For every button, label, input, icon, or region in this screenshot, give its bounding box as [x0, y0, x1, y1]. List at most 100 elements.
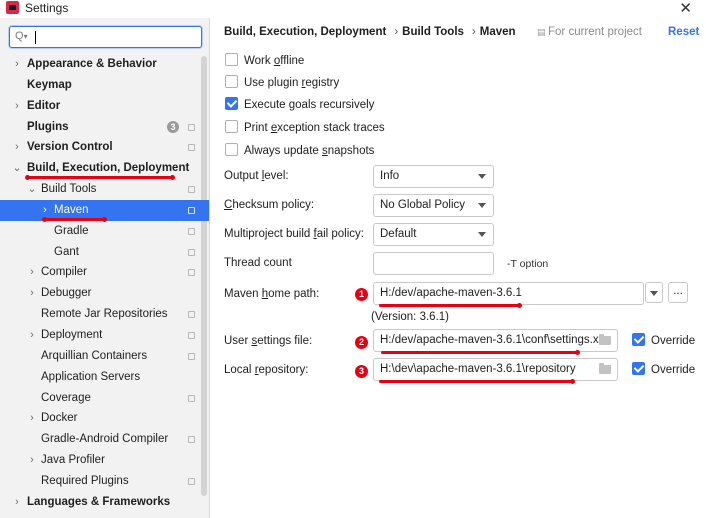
sidebar-item-compiler[interactable]: › Compiler	[0, 262, 209, 283]
search-input[interactable]: Q▾	[9, 26, 202, 48]
project-settings-icon	[188, 123, 195, 131]
sidebar-item-label: Java Profiler	[41, 454, 105, 467]
sidebar-item-label: Gradle-Android Compiler	[41, 433, 169, 446]
checkbox-box-checked[interactable]	[225, 97, 238, 111]
chevron-right-icon[interactable]: ›	[12, 137, 22, 158]
project-settings-icon	[188, 227, 195, 235]
local-repository-override-checkbox[interactable]: Override	[632, 362, 695, 380]
chevron-right-icon[interactable]: ›	[12, 96, 22, 117]
project-settings-icon	[188, 206, 195, 214]
sidebar-item-java-profiler[interactable]: › Java Profiler	[0, 450, 209, 471]
output-level-select[interactable]: Info	[373, 165, 494, 188]
sidebar-item-deployment[interactable]: › Deployment	[0, 325, 209, 346]
sidebar-item-plugins[interactable]: Plugins 3	[0, 117, 209, 138]
maven-home-path-input[interactable]: H:/dev/apache-maven-3.6.1	[373, 282, 644, 305]
maven-home-path-label: Maven home path:	[224, 288, 319, 300]
select-value: Info	[380, 170, 400, 182]
chevron-right-icon[interactable]: ›	[27, 450, 37, 471]
checkbox-box[interactable]	[225, 120, 238, 134]
text-cursor	[35, 31, 36, 44]
project-settings-icon	[188, 331, 195, 339]
sidebar-item-label: Appearance & Behavior	[27, 58, 157, 70]
user-settings-file-label: User settings file:	[224, 335, 312, 347]
checksum-policy-label: Checksum policy:	[224, 199, 314, 211]
reset-link[interactable]: Reset	[668, 26, 699, 38]
user-settings-file-input[interactable]: H:/dev/apache-maven-3.6.1\conf\settings.…	[373, 329, 618, 352]
chevron-right-icon[interactable]: ›	[27, 408, 37, 429]
checkbox-box[interactable]	[225, 75, 238, 89]
sidebar-item-gradle[interactable]: Gradle	[0, 221, 209, 242]
label-text: Multiproject build	[224, 228, 314, 240]
thread-count-label: Thread count	[224, 257, 292, 269]
folder-icon[interactable]	[599, 363, 611, 374]
sidebar-item-arquillian-containers[interactable]: Arquillian Containers	[0, 346, 209, 367]
checkbox-label: Work	[244, 55, 274, 67]
checkbox-box-checked[interactable]	[632, 333, 645, 347]
user-settings-override-checkbox[interactable]: Override	[632, 333, 695, 351]
close-icon[interactable]: ✕	[679, 0, 692, 17]
breadcrumb-item: Build Tools	[402, 26, 464, 38]
sidebar-item-debugger[interactable]: › Debugger	[0, 283, 209, 304]
sidebar-item-application-servers[interactable]: Application Servers	[0, 367, 209, 388]
checkbox-box[interactable]	[225, 53, 238, 67]
checkbox-box[interactable]	[225, 143, 238, 157]
sidebar-item-label: Build Tools	[41, 183, 97, 196]
multiproject-fail-policy-select[interactable]: Default	[373, 223, 494, 246]
checkbox-label: Override	[651, 364, 696, 376]
thread-count-input[interactable]	[373, 252, 494, 275]
work-offline-checkbox[interactable]: Work offline	[225, 53, 304, 71]
chevron-right-icon[interactable]: ›	[12, 54, 22, 75]
sidebar-item-label: Plugins	[27, 120, 69, 133]
annotation-dot	[102, 217, 107, 222]
maven-home-dropdown-button[interactable]	[645, 282, 663, 303]
sidebar-item-editor[interactable]: › Editor	[0, 96, 209, 117]
sidebar-item-gradle-android-compiler[interactable]: Gradle-Android Compiler	[0, 429, 209, 450]
project-settings-icon	[188, 269, 195, 277]
sidebar-item-build-tools[interactable]: ⌄ Build Tools	[0, 179, 209, 200]
annotation-marker-3: 3	[355, 365, 368, 378]
sidebar-item-remote-jar-repositories[interactable]: Remote Jar Repositories	[0, 304, 209, 325]
always-update-snapshots-checkbox[interactable]: Always update snapshots	[225, 143, 374, 161]
folder-icon[interactable]	[599, 334, 611, 345]
use-plugin-registry-checkbox[interactable]: Use plugin registry	[225, 75, 339, 93]
chevron-right-icon[interactable]: ›	[27, 262, 37, 283]
sidebar-item-label: Application Servers	[41, 370, 141, 383]
chevron-right-icon[interactable]: ›	[12, 492, 22, 513]
label-text: ome path:	[268, 288, 320, 300]
chevron-down-icon[interactable]: ⌄	[12, 158, 22, 179]
for-current-project-text: For current project	[548, 26, 642, 38]
sidebar-item-required-plugins[interactable]: Required Plugins	[0, 471, 209, 492]
sidebar-item-keymap[interactable]: Keymap	[0, 75, 209, 96]
checkbox-label: Execute	[244, 99, 289, 111]
annotation-underline	[379, 380, 574, 383]
sidebar-item-gant[interactable]: Gant	[0, 242, 209, 263]
project-settings-icon	[188, 144, 195, 152]
label-text: ail policy:	[316, 228, 364, 240]
maven-home-browse-button[interactable]: ...	[668, 282, 688, 303]
checkbox-label: ffline	[280, 55, 305, 67]
sidebar-item-label: Gant	[54, 245, 79, 258]
sidebar-item-version-control[interactable]: › Version Control	[0, 137, 209, 158]
sidebar-item-coverage[interactable]: Coverage	[0, 388, 209, 409]
checksum-policy-select[interactable]: No Global Policy	[373, 194, 494, 217]
execute-goals-recursively-checkbox[interactable]: Execute goals recursively	[225, 97, 374, 115]
chevron-right-icon[interactable]: ›	[27, 325, 37, 346]
sidebar-item-docker[interactable]: › Docker	[0, 408, 209, 429]
checkbox-box-checked[interactable]	[632, 362, 645, 376]
local-repository-input[interactable]: H:\dev\apache-maven-3.6.1\repository	[373, 358, 618, 381]
project-settings-icon	[188, 186, 195, 194]
sidebar-item-label: Remote Jar Repositories	[41, 308, 168, 321]
chevron-right-icon[interactable]: ›	[27, 283, 37, 304]
label-text: Maven	[224, 288, 262, 300]
checkbox-label: oals recursively	[295, 99, 375, 111]
annotation-underline	[379, 304, 521, 307]
chevron-down-icon[interactable]: ⌄	[27, 179, 37, 200]
project-settings-icon	[188, 394, 195, 402]
sidebar-item-appearance-behavior[interactable]: › Appearance & Behavior	[0, 54, 209, 75]
checkbox-label: egistry	[305, 77, 340, 89]
sidebar-item-languages-frameworks[interactable]: › Languages & Frameworks	[0, 492, 209, 513]
multiproject-fail-policy-label: Multiproject build fail policy:	[224, 228, 364, 240]
print-exception-traces-checkbox[interactable]: Print exception stack traces	[225, 120, 385, 138]
label-text: Output	[224, 170, 262, 182]
checkbox-label: Print	[244, 122, 271, 134]
